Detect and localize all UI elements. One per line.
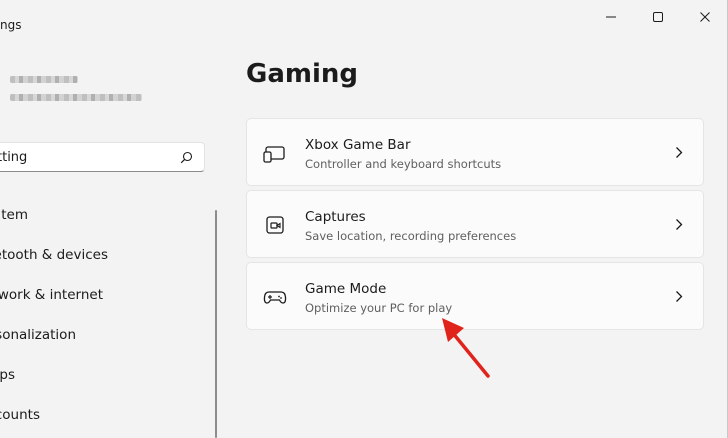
sidebar-item-label: sonalization (0, 327, 76, 343)
close-icon (700, 12, 710, 22)
chevron-right-icon (676, 147, 683, 158)
minimize-icon (606, 16, 616, 18)
sidebar-item-label: etooth & devices (0, 247, 108, 263)
user-email-blurred (10, 94, 142, 101)
sidebar-item-apps[interactable]: ps (0, 356, 15, 394)
sidebar-item-label: ps (0, 367, 15, 383)
sidebar-scrollbar[interactable] (215, 210, 217, 438)
chevron-right-icon (676, 219, 683, 230)
search-box[interactable] (0, 142, 205, 172)
search-icon[interactable] (180, 151, 193, 164)
game-mode-icon (263, 291, 287, 304)
captures-card[interactable]: Captures Save location, recording prefer… (246, 190, 704, 258)
app-title: ngs (0, 18, 22, 32)
sidebar-item-accounts[interactable]: counts (0, 396, 40, 434)
sidebar-item-network-internet[interactable]: work & internet (0, 276, 103, 314)
sidebar-item-label: counts (0, 407, 40, 423)
close-button[interactable] (682, 0, 727, 34)
card-title: Captures (305, 209, 366, 225)
captures-icon (266, 216, 284, 234)
sidebar-item-personalization[interactable]: sonalization (0, 316, 76, 354)
minimize-button[interactable] (588, 0, 634, 34)
xbox-game-bar-card[interactable]: Xbox Game Bar Controller and keyboard sh… (246, 118, 704, 186)
title-bar: ngs (0, 0, 727, 34)
game-bar-icon (263, 146, 285, 163)
settings-window: ngs tem etooth & devices work & internet… (0, 0, 728, 438)
maximize-button[interactable] (635, 0, 681, 34)
card-subtitle: Controller and keyboard shortcuts (305, 157, 502, 171)
card-subtitle: Save location, recording preferences (305, 229, 517, 243)
card-title: Xbox Game Bar (305, 137, 411, 153)
sidebar-item-system[interactable]: tem (0, 196, 28, 234)
sidebar-item-label: tem (1, 207, 28, 223)
chevron-right-icon (676, 291, 683, 302)
maximize-icon (653, 12, 663, 22)
page-title: Gaming (246, 59, 359, 89)
card-title: Game Mode (305, 281, 387, 297)
sidebar-item-label: work & internet (0, 287, 103, 303)
search-input[interactable] (0, 143, 159, 171)
sidebar-item-bluetooth-devices[interactable]: etooth & devices (0, 236, 108, 274)
user-name-blurred (10, 76, 78, 83)
annotation-arrow-icon (442, 318, 490, 378)
